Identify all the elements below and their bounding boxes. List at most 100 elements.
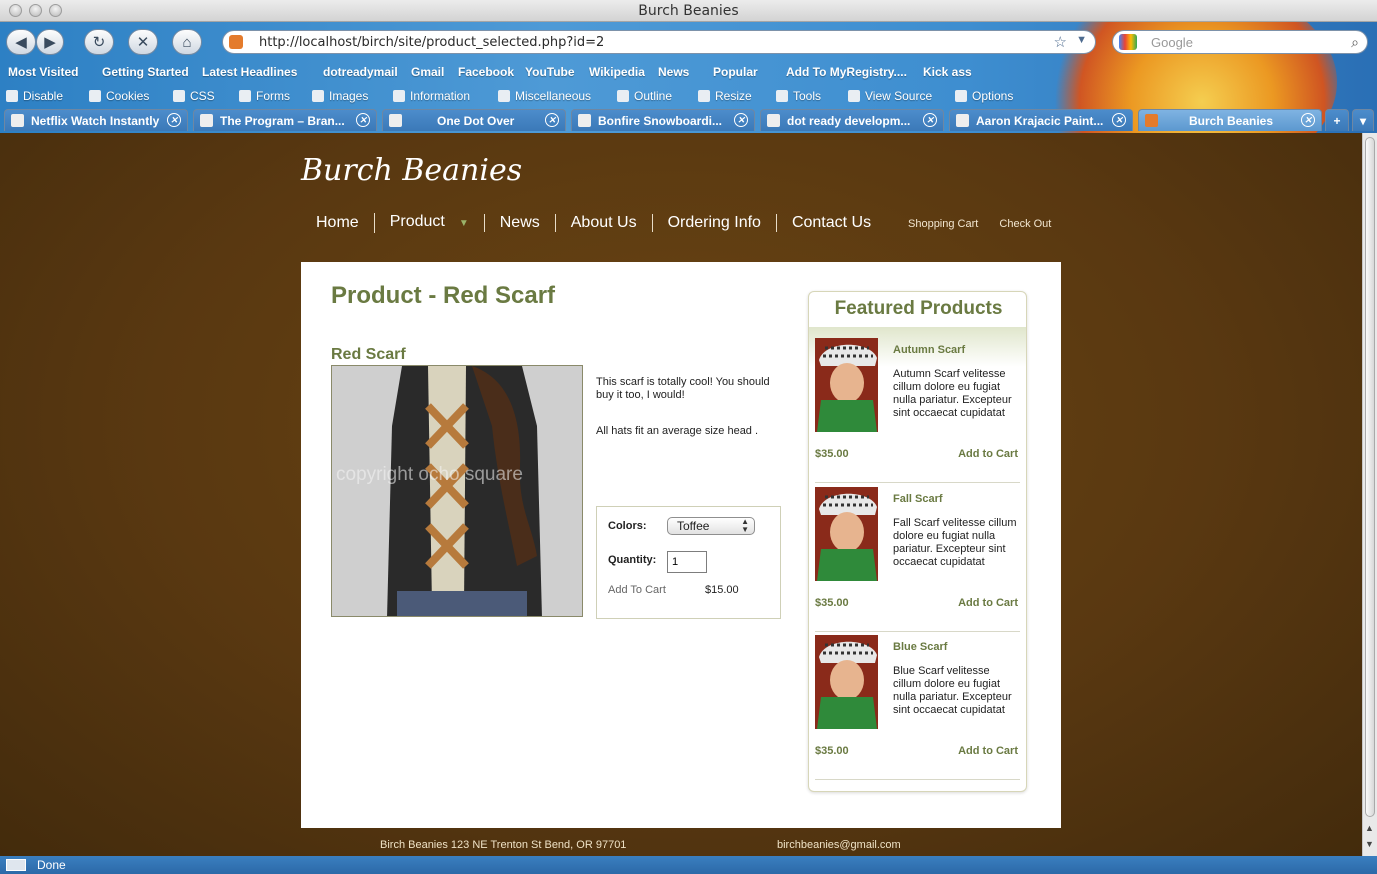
close-tab-icon[interactable]: ✕ [1301,113,1315,127]
browser-tab[interactable]: dot ready developm... ✕ [760,109,944,131]
reload-button[interactable]: ↻ [84,29,114,55]
featured-thumbnail[interactable] [815,635,878,729]
main-content: Product - Red Scarf Red Scarf copyright … [301,262,1061,828]
new-tab-button[interactable]: + [1325,109,1349,131]
product-sizing-note: All hats fit an average size head . [596,425,759,437]
tab-favicon-icon [578,114,591,127]
devtool-item[interactable]: Forms [239,89,290,103]
browser-tab[interactable]: One Dot Over ✕ [382,109,566,131]
featured-item-name[interactable]: Fall Scarf [893,493,943,505]
featured-add-to-cart[interactable]: Add to Cart [958,745,1018,757]
bookmark-item[interactable]: Kick ass [923,65,972,79]
bookmark-item[interactable]: Facebook [458,65,514,79]
featured-item-price: $35.00 [815,745,849,757]
vertical-scrollbar[interactable]: ▲ ▼ [1362,133,1377,856]
nav-about-us[interactable]: About Us [554,214,652,232]
product-description: This scarf is totally cool! You should b… [596,376,770,401]
search-box[interactable]: Google ⌕ [1112,30,1368,54]
shopping-cart-link[interactable]: Shopping Cart [908,218,978,230]
browser-tab[interactable]: Aaron Krajacic Paint... ✕ [949,109,1133,131]
bookmark-item[interactable]: dotreadymail [323,65,398,79]
view-source-icon [848,90,860,102]
site-logo[interactable]: Burch Beanies [301,153,522,188]
forward-button[interactable]: ▶ [36,29,64,55]
devtool-item[interactable]: CSS [173,89,215,103]
bookmark-item[interactable]: News [658,65,689,79]
bookmark-item[interactable]: YouTube [525,65,575,79]
status-text: Done [37,858,66,872]
bookmark-star-icon[interactable]: ☆ [1054,33,1067,51]
featured-item-name[interactable]: Blue Scarf [893,641,947,653]
add-to-cart-link[interactable]: Add To Cart [608,584,666,596]
css-icon [173,90,185,102]
featured-item-name[interactable]: Autumn Scarf [893,344,965,356]
devtool-item[interactable]: Outline [617,89,672,103]
tools-icon [776,90,788,102]
devtool-item[interactable]: Cookies [89,89,149,103]
featured-add-to-cart[interactable]: Add to Cart [958,597,1018,609]
nav-news[interactable]: News [483,214,555,232]
browser-tab[interactable]: Netflix Watch Instantly ✕ [4,109,188,131]
color-select[interactable]: Toffee ▲ ▼ [667,517,755,535]
devtool-item[interactable]: Miscellaneous [498,89,591,103]
search-icon[interactable]: ⌕ [1351,34,1359,51]
tab-favicon-icon [1145,114,1158,127]
browser-tab[interactable]: The Program – Bran... ✕ [193,109,377,131]
google-engine-icon[interactable] [1119,34,1137,50]
nav-ordering-info[interactable]: Ordering Info [651,214,776,232]
nav-home[interactable]: Home [301,214,374,232]
web-page: Burch Beanies Home Product ▼ News About U… [0,133,1362,856]
bookmark-item[interactable]: Wikipedia [589,65,645,79]
home-button[interactable]: ⌂ [172,29,202,55]
footer-address: Birch Beanies 123 NE Trenton St Bend, OR… [380,839,627,851]
tab-favicon-icon [11,114,24,127]
tab-favicon-icon [200,114,213,127]
browser-tab-active[interactable]: Burch Beanies ✕ [1138,109,1322,131]
back-button[interactable]: ◀ [6,29,36,55]
check-out-link[interactable]: Check Out [999,218,1051,230]
window-titlebar: Burch Beanies [0,0,1377,22]
url-bar[interactable]: http://localhost/birch/site/product_sele… [222,30,1096,54]
bookmark-item[interactable]: Getting Started [102,65,189,79]
images-icon [312,90,324,102]
devtool-item[interactable]: Tools [776,89,821,103]
scrollbar-thumb[interactable] [1365,137,1375,817]
close-tab-icon[interactable]: ✕ [545,113,559,127]
nav-contact-us[interactable]: Contact Us [775,214,886,232]
devtool-item[interactable]: Images [312,89,368,103]
featured-item: Blue Scarf Blue Scarf velitesse cillum d… [815,635,1020,780]
url-dropdown-icon[interactable]: ▼ [1076,34,1087,46]
close-tab-icon[interactable]: ✕ [1112,113,1126,127]
featured-add-to-cart[interactable]: Add to Cart [958,448,1018,460]
featured-item-text: Blue Scarf velitesse cillum dolore eu fu… [893,665,1012,716]
bookmark-item[interactable]: Most Visited [8,65,78,79]
featured-thumbnail[interactable] [815,487,878,581]
featured-thumbnail[interactable] [815,338,878,432]
close-tab-icon[interactable]: ✕ [923,113,937,127]
bookmark-item[interactable]: Latest Headlines [202,65,297,79]
close-tab-icon[interactable]: ✕ [167,113,181,127]
devtool-item[interactable]: View Source [848,89,932,103]
site-favicon-icon [229,35,243,49]
bookmark-item[interactable]: Popular [713,65,758,79]
bookmark-item[interactable]: Gmail [411,65,444,79]
nav-product[interactable]: Product ▼ [373,213,484,233]
devtool-item[interactable]: Information [393,89,470,103]
bookmark-item[interactable]: Add To MyRegistry.... [786,65,907,79]
site-nav: Home Product ▼ News About Us Ordering Inf… [301,211,886,235]
close-tab-icon[interactable]: ✕ [356,113,370,127]
tab-list-button[interactable]: ▾ [1352,109,1374,131]
scroll-down-icon[interactable]: ▼ [1365,839,1374,849]
scroll-up-icon[interactable]: ▲ [1365,823,1374,833]
devtool-item[interactable]: Resize [698,89,752,103]
footer-email[interactable]: birchbeanies@gmail.com [777,839,901,851]
devtool-item[interactable]: Disable [6,89,63,103]
close-tab-icon[interactable]: ✕ [734,113,748,127]
dropdown-arrow-icon: ▼ [458,218,469,229]
quantity-input[interactable]: 1 [667,551,707,573]
cart-links: Shopping Cart Check Out [908,218,1069,230]
devtool-item[interactable]: Options [955,89,1013,103]
stop-button[interactable]: ✕ [128,29,158,55]
options-icon [955,90,967,102]
browser-tab[interactable]: Bonfire Snowboardi... ✕ [571,109,755,131]
